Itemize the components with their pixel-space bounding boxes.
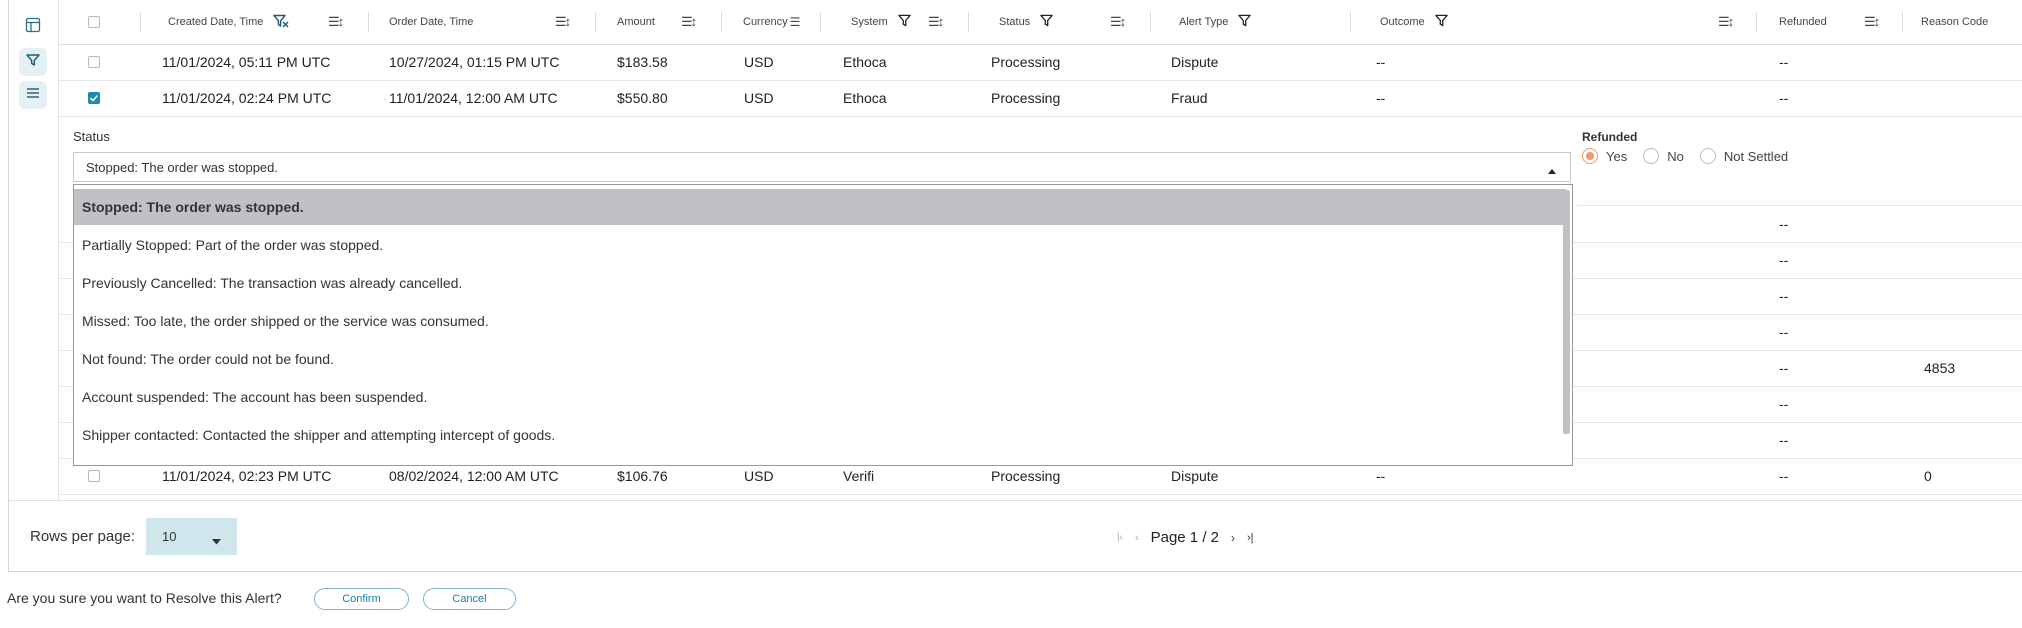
refunded-cell: -- (1779, 54, 1789, 70)
column-header-system[interactable]: System (851, 16, 888, 28)
sort-icon[interactable]: ☰↕ (1864, 0, 1880, 44)
reason-code-cell: 0 (1924, 468, 1932, 484)
alert-type-cell: Dispute (1171, 54, 1219, 70)
checkmark-icon (88, 92, 100, 104)
status-dropdown-list: Stopped: The order was stopped. Partiall… (73, 184, 1573, 466)
table-row[interactable]: 11/01/2024, 02:24 PM UTC 11/01/2024, 12:… (58, 80, 2022, 117)
next-page-icon[interactable]: › (1231, 531, 1235, 545)
caret-down-icon (212, 533, 221, 548)
filter-icon[interactable] (1434, 14, 1448, 30)
refunded-yes-radio[interactable] (1582, 148, 1598, 164)
status-option[interactable]: Partially Stopped: Part of the order was… (74, 227, 1566, 263)
confirm-button[interactable]: Confirm (314, 588, 409, 610)
sort-icon[interactable]: ☰↕ (928, 0, 944, 44)
menu-toggle-button[interactable] (19, 81, 47, 109)
cancel-button[interactable]: Cancel (423, 588, 516, 610)
column-header-outcome[interactable]: Outcome (1380, 16, 1425, 28)
column-header-amount[interactable]: Amount (617, 16, 655, 28)
created-cell: 11/01/2024, 05:11 PM UTC (162, 54, 331, 70)
status-option[interactable]: Stopped: The order was stopped. (74, 189, 1566, 225)
menu-icon (26, 86, 40, 105)
resolve-question: Are you sure you want to Resolve this Al… (7, 590, 282, 606)
column-header-refunded[interactable]: Refunded (1779, 16, 1827, 28)
sort-icon[interactable]: ☰↕ (328, 0, 344, 44)
refunded-cell: -- (1779, 288, 1789, 304)
status-field-label: Status (73, 129, 110, 144)
status-cell: Processing (991, 90, 1061, 106)
amount-cell: $183.58 (617, 54, 668, 70)
rows-per-page-value: 10 (162, 529, 177, 544)
status-option[interactable]: Missed: Too late, the order shipped or t… (74, 303, 1566, 339)
sort-icon[interactable]: ☰↕ (1110, 0, 1126, 44)
status-select[interactable]: Stopped: The order was stopped. (73, 152, 1571, 182)
outcome-cell: -- (1376, 54, 1386, 70)
refunded-radio-group: Yes No Not Settled (1582, 148, 1788, 164)
filter-icon[interactable] (897, 14, 911, 30)
rows-per-page-select[interactable]: 10 (146, 518, 237, 555)
sort-icon[interactable]: ☰↕ (681, 0, 697, 44)
column-header-currency[interactable]: Currency (743, 16, 788, 28)
refunded-yes-label[interactable]: Yes (1606, 149, 1627, 164)
refunded-no-radio[interactable] (1643, 148, 1660, 164)
status-option[interactable]: Not found: The order could not be found. (74, 341, 1566, 377)
refunded-cell: -- (1779, 216, 1789, 232)
table-row[interactable]: 11/01/2024, 05:11 PM UTC 10/27/2024, 01:… (58, 44, 2022, 81)
refunded-field-label: Refunded (1582, 130, 1638, 144)
status-select-value: Stopped: The order was stopped. (86, 159, 278, 175)
filter-toggle-button[interactable] (19, 48, 47, 76)
refunded-not-settled-label[interactable]: Not Settled (1724, 149, 1788, 164)
refunded-cell: -- (1779, 468, 1789, 484)
refunded-cell: -- (1779, 396, 1789, 412)
system-cell: Ethoca (843, 90, 887, 106)
currency-cell: USD (744, 54, 774, 70)
table-columns-icon (25, 17, 41, 38)
reason-code-cell: 4853 (1924, 360, 1956, 376)
row-checkbox[interactable] (88, 44, 100, 80)
rows-per-page-label: Rows per page: (30, 528, 136, 545)
refunded-cell: -- (1779, 90, 1789, 106)
refunded-no-label[interactable]: No (1667, 149, 1684, 164)
status-option[interactable]: Previously Cancelled: The transaction wa… (74, 265, 1566, 301)
order-cell: 11/01/2024, 12:00 AM UTC (389, 90, 558, 106)
filter-icon[interactable] (1238, 14, 1252, 30)
dropdown-scrollbar[interactable] (1563, 190, 1570, 434)
status-cell: Processing (991, 54, 1061, 70)
sort-icon[interactable]: ☰ (790, 15, 801, 29)
filter-active-icon[interactable] (273, 14, 289, 31)
status-option[interactable]: Account suspended: The account has been … (74, 379, 1566, 415)
first-page-icon[interactable]: |‹ (1117, 532, 1123, 543)
refunded-cell: -- (1779, 432, 1789, 448)
amount-cell: $550.80 (617, 90, 668, 106)
alert-type-cell: Fraud (1171, 90, 1208, 106)
status-option[interactable]: Shipper contacted: Contacted the shipper… (74, 417, 1566, 453)
column-header-order[interactable]: Order Date, Time (389, 16, 473, 28)
filter-icon[interactable] (1040, 14, 1053, 30)
page-indicator: Page 1 / 2 (1150, 529, 1219, 546)
row-checkbox[interactable] (88, 80, 100, 116)
last-page-icon[interactable]: ›| (1247, 532, 1254, 544)
order-cell: 10/27/2024, 01:15 PM UTC (389, 54, 560, 70)
column-header-created[interactable]: Created Date, Time (168, 16, 263, 28)
system-cell: Ethoca (843, 54, 887, 70)
prev-page-icon[interactable]: ‹ (1135, 532, 1139, 544)
select-all-checkbox[interactable] (88, 0, 100, 44)
table-header: Created Date, Time ☰↕ Order Date, Time ☰… (58, 0, 2022, 45)
outcome-cell: -- (1376, 90, 1386, 106)
columns-toggle-button[interactable] (19, 13, 47, 41)
currency-cell: USD (744, 90, 774, 106)
sort-icon[interactable]: ☰↕ (555, 0, 571, 44)
refunded-cell: -- (1779, 324, 1789, 340)
refunded-not-settled-radio[interactable] (1699, 148, 1716, 164)
column-header-reason-code[interactable]: Reason Code (1921, 16, 1988, 28)
sort-icon[interactable]: ☰↕ (1718, 0, 1734, 44)
column-header-status[interactable]: Status (999, 16, 1030, 28)
filter-icon (26, 53, 40, 72)
refunded-cell: -- (1779, 252, 1789, 268)
refunded-cell: -- (1779, 360, 1789, 376)
created-cell: 11/01/2024, 02:24 PM UTC (162, 90, 332, 106)
column-header-alert-type[interactable]: Alert Type (1179, 16, 1228, 28)
caret-up-icon (1548, 162, 1556, 177)
